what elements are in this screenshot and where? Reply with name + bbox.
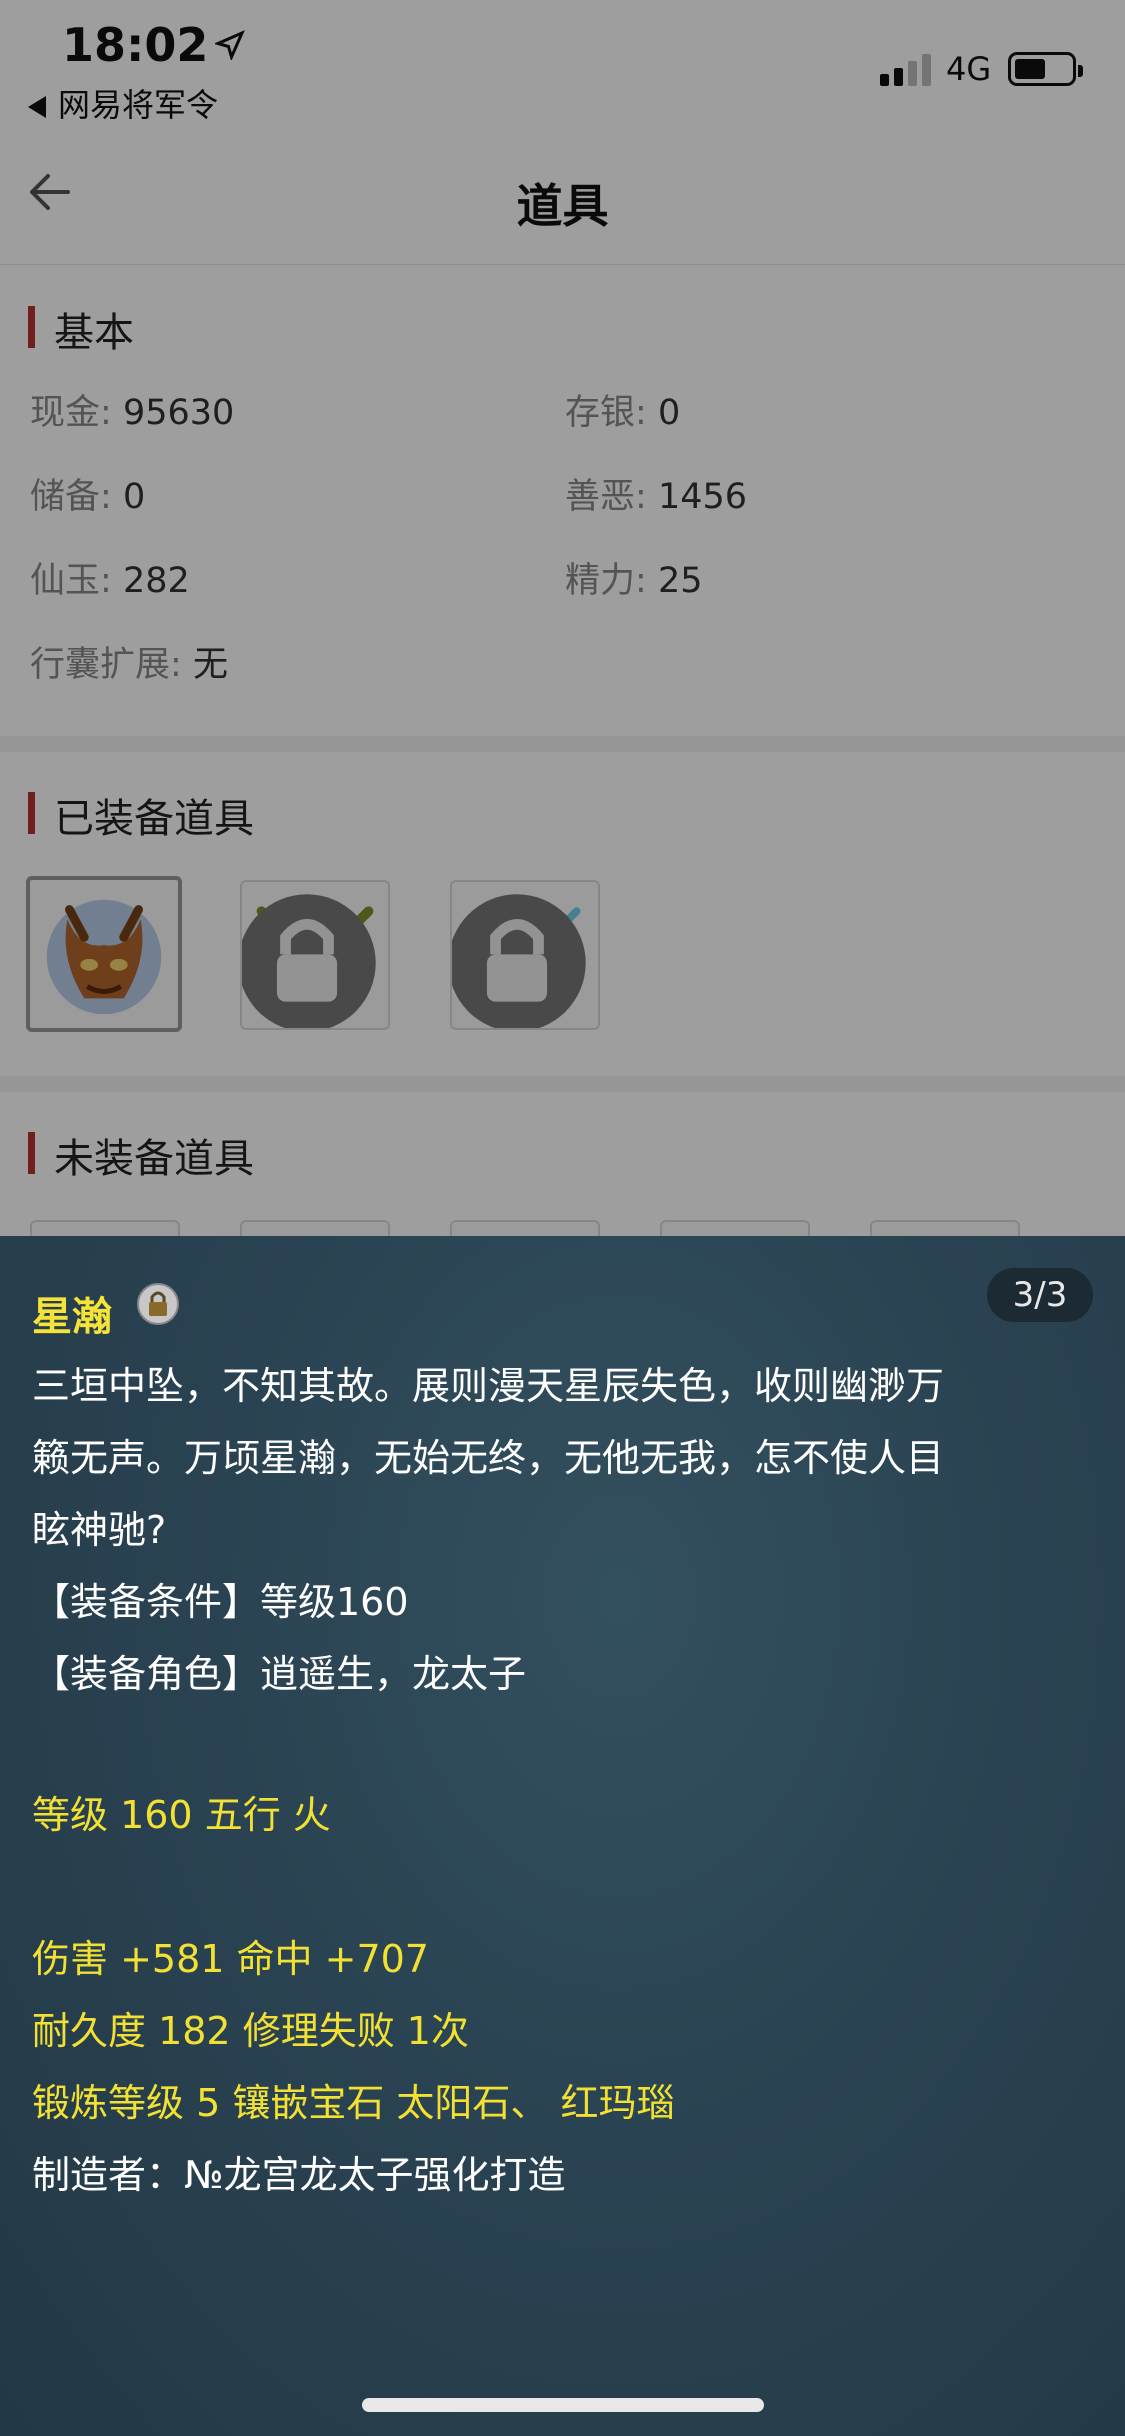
item-description: 三垣中坠，不知其故。展则漫天星辰失色，收则幽渺万 籁无声。万顷星瀚，无始无终，无… [32,1350,1092,1710]
durability-line: 耐久度 182 修理失败 1次 [32,2009,469,2053]
maker-line: 制造者：№龙宫龙太子强化打造 [32,2153,566,2197]
description-line: 三垣中坠，不知其故。展则漫天星辰失色，收则幽渺万 [32,1364,945,1408]
level-element-line: 等级 160 五行 火 [32,1793,331,1837]
equip-requirement: 【装备条件】等级160 [32,1580,409,1624]
lock-icon [137,1283,179,1325]
forge-gem-line: 锻炼等级 5 镶嵌宝石 太阳石、 红玛瑙 [32,2081,675,2125]
item-detail-panel: 星瀚 3/3 三垣中坠，不知其故。展则漫天星辰失色，收则幽渺万 籁无声。万顷星瀚… [0,1236,1125,2436]
page-indicator: 3/3 [987,1268,1093,1322]
description-line: 眩神驰? [32,1508,167,1552]
equip-roles: 【装备角色】逍遥生，龙太子 [32,1652,527,1696]
item-name: 星瀚 [32,1294,112,1340]
home-indicator[interactable] [362,2398,764,2412]
description-line: 籁无声。万顷星瀚，无始无终，无他无我，怎不使人目 [32,1436,945,1480]
damage-hit-line: 伤害 +581 命中 +707 [32,1937,429,1981]
